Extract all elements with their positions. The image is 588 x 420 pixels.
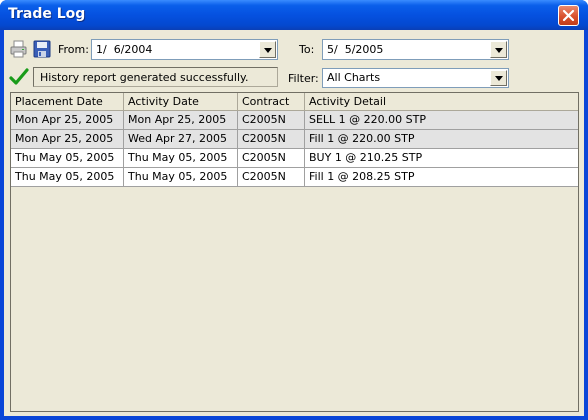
filter-value: All Charts [327, 71, 381, 84]
window-title: Trade Log [8, 6, 86, 22]
printer-icon [10, 40, 27, 58]
filter-dropdown-button[interactable] [490, 70, 507, 86]
cell-activity-date: Mon Apr 25, 2005 [124, 111, 238, 130]
from-date-picker[interactable]: 1/ 6/2004 [91, 39, 278, 60]
cell-contract: C2005N [238, 149, 305, 168]
cell-activity-date: Wed Apr 27, 2005 [124, 130, 238, 149]
dropdown-arrow-icon [495, 76, 503, 81]
table-row[interactable]: Thu May 05, 2005 Thu May 05, 2005 C2005N… [11, 168, 578, 187]
from-label: From: [58, 43, 89, 56]
column-header-placement-date[interactable]: Placement Date [11, 93, 124, 111]
checkmark-icon [9, 68, 29, 85]
to-label: To: [299, 43, 315, 56]
trade-log-table: Placement Date Activity Date Contract Ac… [10, 92, 579, 412]
cell-activity-detail: Fill 1 @ 220.00 STP [305, 130, 578, 149]
cell-contract: C2005N [238, 168, 305, 187]
status-message: History report generated successfully. [40, 71, 249, 84]
table-row[interactable]: Thu May 05, 2005 Thu May 05, 2005 C2005N… [11, 149, 578, 168]
column-header-activity-detail[interactable]: Activity Detail [305, 93, 578, 111]
cell-placement-date: Mon Apr 25, 2005 [11, 130, 124, 149]
window-client-area: From: 1/ 6/2004 To: 5/ 5/2005 History re… [4, 30, 584, 416]
cell-activity-detail: Fill 1 @ 208.25 STP [305, 168, 578, 187]
dropdown-arrow-icon [495, 48, 503, 53]
cell-activity-detail: SELL 1 @ 220.00 STP [305, 111, 578, 130]
close-icon [562, 9, 575, 22]
save-icon [33, 40, 51, 58]
title-bar[interactable]: Trade Log [0, 0, 588, 30]
filter-label: Filter: [288, 72, 319, 85]
save-button[interactable] [32, 39, 52, 59]
cell-activity-detail: BUY 1 @ 210.25 STP [305, 149, 578, 168]
cell-placement-date: Mon Apr 25, 2005 [11, 111, 124, 130]
cell-activity-date: Thu May 05, 2005 [124, 168, 238, 187]
filter-select[interactable]: All Charts [322, 68, 509, 88]
to-date-value: 5/ 5/2005 [327, 43, 384, 56]
column-header-activity-date[interactable]: Activity Date [124, 93, 238, 111]
cell-contract: C2005N [238, 111, 305, 130]
print-button[interactable] [9, 39, 29, 59]
trade-log-window: Trade Log From: 1/ 6/2004 To: 5/ 5/2005 … [0, 0, 588, 420]
cell-placement-date: Thu May 05, 2005 [11, 149, 124, 168]
column-header-contract[interactable]: Contract [238, 93, 305, 111]
cell-placement-date: Thu May 05, 2005 [11, 168, 124, 187]
table-header: Placement Date Activity Date Contract Ac… [11, 93, 578, 111]
table-row[interactable]: Mon Apr 25, 2005 Wed Apr 27, 2005 C2005N… [11, 130, 578, 149]
table-row[interactable]: Mon Apr 25, 2005 Mon Apr 25, 2005 C2005N… [11, 111, 578, 130]
status-indicator [9, 67, 29, 87]
to-date-picker[interactable]: 5/ 5/2005 [322, 39, 509, 60]
dropdown-arrow-icon [264, 48, 272, 53]
from-date-value: 1/ 6/2004 [96, 43, 153, 56]
status-message-box: History report generated successfully. [33, 67, 278, 87]
from-date-dropdown-button[interactable] [259, 41, 276, 58]
cell-activity-date: Thu May 05, 2005 [124, 149, 238, 168]
to-date-dropdown-button[interactable] [490, 41, 507, 58]
cell-contract: C2005N [238, 130, 305, 149]
close-button[interactable] [558, 5, 579, 26]
